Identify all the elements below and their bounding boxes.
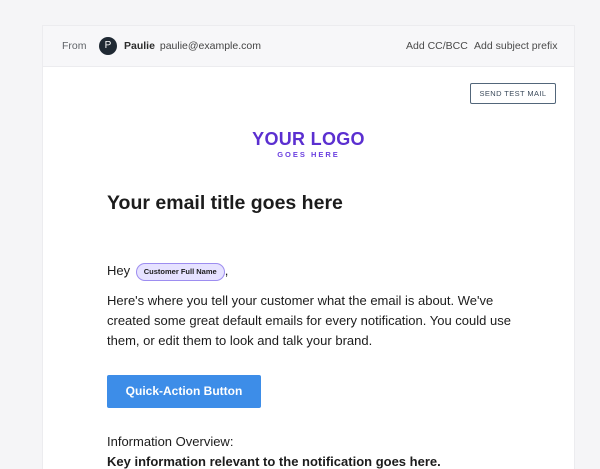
sender-avatar: P: [99, 37, 117, 55]
greeting-prefix: Hey: [107, 263, 131, 278]
add-subject-prefix-link[interactable]: Add subject prefix: [474, 40, 557, 52]
send-test-mail-button[interactable]: SEND TEST MAIL: [470, 83, 556, 104]
information-overview-value[interactable]: Key information relevant to the notifica…: [107, 454, 441, 469]
email-body-text[interactable]: Here's where you tell your customer what…: [107, 291, 517, 351]
from-label: From: [62, 40, 87, 52]
customer-full-name-token[interactable]: Customer Full Name: [135, 263, 225, 281]
email-title[interactable]: Your email title goes here: [107, 192, 343, 215]
logo-main-text: YOUR LOGO: [252, 129, 365, 149]
logo-sub-text: GOES HERE: [277, 150, 340, 159]
logo-placeholder[interactable]: YOUR LOGO GOES HERE: [43, 130, 574, 159]
sender-email: paulie@example.com: [159, 40, 261, 52]
email-editor-page: From P Paulie paulie@example.com Add CC/…: [0, 0, 600, 469]
greeting-line[interactable]: Hey Customer Full Name,: [107, 263, 228, 281]
sender-info: Paulie paulie@example.com: [124, 40, 261, 52]
sender-name: Paulie: [124, 40, 155, 52]
information-overview-label[interactable]: Information Overview:: [107, 434, 233, 449]
email-preview-sheet: From P Paulie paulie@example.com Add CC/…: [43, 26, 574, 469]
quick-action-button[interactable]: Quick-Action Button: [107, 375, 261, 408]
greeting-suffix: ,: [224, 263, 229, 278]
email-header-bar: From P Paulie paulie@example.com Add CC/…: [43, 26, 574, 67]
add-cc-bcc-link[interactable]: Add CC/BCC: [406, 40, 468, 52]
